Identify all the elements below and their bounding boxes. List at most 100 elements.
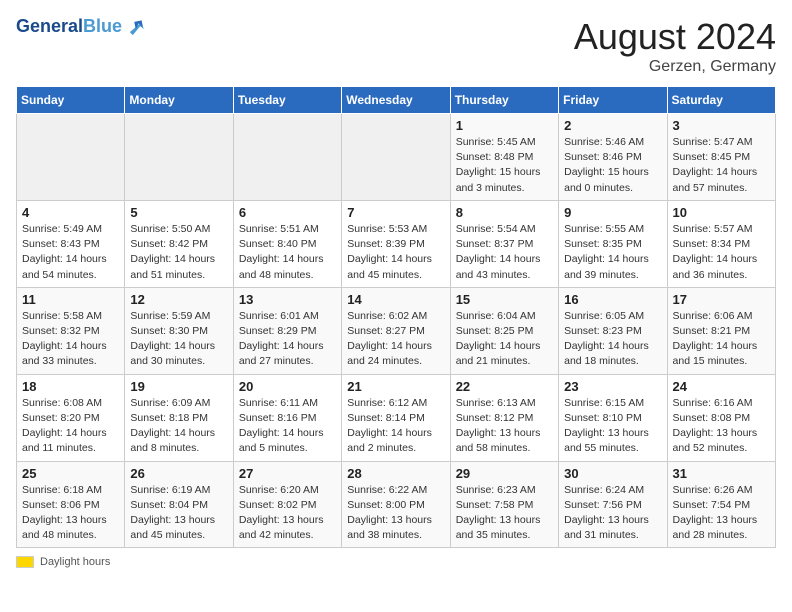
day-number: 17 [673, 292, 770, 307]
calendar-week-row: 25 Sunrise: 6:18 AM Sunset: 8:06 PM Dayli… [17, 461, 776, 548]
calendar-cell: 25 Sunrise: 6:18 AM Sunset: 8:06 PM Dayli… [17, 461, 125, 548]
day-info: Sunrise: 5:58 AM Sunset: 8:32 PM Dayligh… [22, 309, 119, 370]
day-info: Sunrise: 6:18 AM Sunset: 8:06 PM Dayligh… [22, 483, 119, 544]
day-number: 26 [130, 466, 227, 481]
daylight-label: Daylight hours [40, 556, 110, 568]
calendar-cell: 31 Sunrise: 6:26 AM Sunset: 7:54 PM Dayli… [667, 461, 775, 548]
day-header-monday: Monday [125, 87, 233, 114]
calendar-cell: 9Sunrise: 5:55 AM Sunset: 8:35 PM Daylig… [559, 200, 667, 287]
calendar-cell: 10 Sunrise: 5:57 AM Sunset: 8:34 PM Dayli… [667, 200, 775, 287]
calendar-cell: 19 Sunrise: 6:09 AM Sunset: 8:18 PM Dayli… [125, 374, 233, 461]
day-number: 25 [22, 466, 119, 481]
calendar-cell: 11 Sunrise: 5:58 AM Sunset: 8:32 PM Dayli… [17, 287, 125, 374]
day-number: 8 [456, 205, 553, 220]
day-number: 5 [130, 205, 227, 220]
calendar-cell: 18 Sunrise: 6:08 AM Sunset: 8:20 PM Dayli… [17, 374, 125, 461]
day-info: Sunrise: 6:26 AM Sunset: 7:54 PM Dayligh… [673, 483, 770, 544]
day-number: 14 [347, 292, 444, 307]
calendar-week-row: 11 Sunrise: 5:58 AM Sunset: 8:32 PM Dayli… [17, 287, 776, 374]
day-number: 13 [239, 292, 336, 307]
day-info: Sunrise: 6:01 AM Sunset: 8:29 PM Dayligh… [239, 309, 336, 370]
day-number: 7 [347, 205, 444, 220]
day-info: Sunrise: 5:53 AM Sunset: 8:39 PM Dayligh… [347, 222, 444, 283]
logo: GeneralBlue [16, 16, 146, 38]
logo-text: GeneralBlue [16, 17, 122, 37]
day-header-tuesday: Tuesday [233, 87, 341, 114]
day-number: 30 [564, 466, 661, 481]
day-info: Sunrise: 6:05 AM Sunset: 8:23 PM Dayligh… [564, 309, 661, 370]
day-number: 10 [673, 205, 770, 220]
calendar-cell [17, 114, 125, 201]
day-info: Sunrise: 5:54 AM Sunset: 8:37 PM Dayligh… [456, 222, 553, 283]
day-number: 31 [673, 466, 770, 481]
calendar-cell: 5 Sunrise: 5:50 AM Sunset: 8:42 PM Daylig… [125, 200, 233, 287]
day-number: 3 [673, 118, 770, 133]
day-info: Sunrise: 6:12 AM Sunset: 8:14 PM Dayligh… [347, 396, 444, 457]
day-header-thursday: Thursday [450, 87, 558, 114]
day-number: 15 [456, 292, 553, 307]
day-number: 28 [347, 466, 444, 481]
day-info: Sunrise: 6:11 AM Sunset: 8:16 PM Dayligh… [239, 396, 336, 457]
calendar-cell: 17 Sunrise: 6:06 AM Sunset: 8:21 PM Dayli… [667, 287, 775, 374]
day-number: 24 [673, 379, 770, 394]
calendar-cell: 24 Sunrise: 6:16 AM Sunset: 8:08 PM Dayli… [667, 374, 775, 461]
calendar-cell: 8 Sunrise: 5:54 AM Sunset: 8:37 PM Daylig… [450, 200, 558, 287]
calendar-cell: 13 Sunrise: 6:01 AM Sunset: 8:29 PM Dayli… [233, 287, 341, 374]
day-number: 21 [347, 379, 444, 394]
day-info: Sunrise: 6:06 AM Sunset: 8:21 PM Dayligh… [673, 309, 770, 370]
day-info: Sunrise: 6:16 AM Sunset: 8:08 PM Dayligh… [673, 396, 770, 457]
day-number: 18 [22, 379, 119, 394]
calendar-cell: 20 Sunrise: 6:11 AM Sunset: 8:16 PM Dayli… [233, 374, 341, 461]
day-number: 23 [564, 379, 661, 394]
calendar-cell: 22Sunrise: 6:13 AM Sunset: 8:12 PM Dayli… [450, 374, 558, 461]
calendar-cell: 1 Sunrise: 5:45 AM Sunset: 8:48 PM Daylig… [450, 114, 558, 201]
calendar-cell: 2 Sunrise: 5:46 AM Sunset: 8:46 PM Daylig… [559, 114, 667, 201]
day-number: 29 [456, 466, 553, 481]
calendar-cell: 14Sunrise: 6:02 AM Sunset: 8:27 PM Dayli… [342, 287, 450, 374]
day-info: Sunrise: 6:08 AM Sunset: 8:20 PM Dayligh… [22, 396, 119, 457]
day-info: Sunrise: 6:15 AM Sunset: 8:10 PM Dayligh… [564, 396, 661, 457]
day-number: 1 [456, 118, 553, 133]
day-info: Sunrise: 6:23 AM Sunset: 7:58 PM Dayligh… [456, 483, 553, 544]
daylight-swatch [16, 556, 34, 568]
day-number: 2 [564, 118, 661, 133]
month-title: August 2024 [574, 16, 776, 58]
day-number: 12 [130, 292, 227, 307]
day-number: 4 [22, 205, 119, 220]
calendar-cell: 12Sunrise: 5:59 AM Sunset: 8:30 PM Dayli… [125, 287, 233, 374]
calendar-cell: 15Sunrise: 6:04 AM Sunset: 8:25 PM Dayli… [450, 287, 558, 374]
location-title: Gerzen, Germany [574, 58, 776, 76]
calendar-cell [342, 114, 450, 201]
calendar-cell [233, 114, 341, 201]
day-number: 16 [564, 292, 661, 307]
day-info: Sunrise: 5:45 AM Sunset: 8:48 PM Dayligh… [456, 135, 553, 196]
day-info: Sunrise: 6:22 AM Sunset: 8:00 PM Dayligh… [347, 483, 444, 544]
day-number: 11 [22, 292, 119, 307]
calendar-cell: 27Sunrise: 6:20 AM Sunset: 8:02 PM Dayli… [233, 461, 341, 548]
calendar-header-row: SundayMondayTuesdayWednesdayThursdayFrid… [17, 87, 776, 114]
day-info: Sunrise: 6:13 AM Sunset: 8:12 PM Dayligh… [456, 396, 553, 457]
day-info: Sunrise: 5:55 AM Sunset: 8:35 PM Dayligh… [564, 222, 661, 283]
calendar-cell: 16 Sunrise: 6:05 AM Sunset: 8:23 PM Dayli… [559, 287, 667, 374]
day-header-wednesday: Wednesday [342, 87, 450, 114]
day-info: Sunrise: 5:46 AM Sunset: 8:46 PM Dayligh… [564, 135, 661, 196]
day-info: Sunrise: 5:51 AM Sunset: 8:40 PM Dayligh… [239, 222, 336, 283]
calendar-cell: 29 Sunrise: 6:23 AM Sunset: 7:58 PM Dayli… [450, 461, 558, 548]
calendar-cell: 3 Sunrise: 5:47 AM Sunset: 8:45 PM Daylig… [667, 114, 775, 201]
calendar-table: SundayMondayTuesdayWednesdayThursdayFrid… [16, 86, 776, 548]
calendar-cell [125, 114, 233, 201]
calendar-cell: 21 Sunrise: 6:12 AM Sunset: 8:14 PM Dayli… [342, 374, 450, 461]
calendar-week-row: 4 Sunrise: 5:49 AM Sunset: 8:43 PM Daylig… [17, 200, 776, 287]
day-info: Sunrise: 5:47 AM Sunset: 8:45 PM Dayligh… [673, 135, 770, 196]
calendar-cell: 30Sunrise: 6:24 AM Sunset: 7:56 PM Dayli… [559, 461, 667, 548]
day-info: Sunrise: 6:19 AM Sunset: 8:04 PM Dayligh… [130, 483, 227, 544]
day-info: Sunrise: 5:50 AM Sunset: 8:42 PM Dayligh… [130, 222, 227, 283]
calendar-cell: 7 Sunrise: 5:53 AM Sunset: 8:39 PM Daylig… [342, 200, 450, 287]
day-number: 20 [239, 379, 336, 394]
day-info: Sunrise: 6:09 AM Sunset: 8:18 PM Dayligh… [130, 396, 227, 457]
calendar-cell: 26 Sunrise: 6:19 AM Sunset: 8:04 PM Dayli… [125, 461, 233, 548]
day-info: Sunrise: 5:49 AM Sunset: 8:43 PM Dayligh… [22, 222, 119, 283]
day-number: 19 [130, 379, 227, 394]
day-info: Sunrise: 5:57 AM Sunset: 8:34 PM Dayligh… [673, 222, 770, 283]
calendar-week-row: 1 Sunrise: 5:45 AM Sunset: 8:48 PM Daylig… [17, 114, 776, 201]
